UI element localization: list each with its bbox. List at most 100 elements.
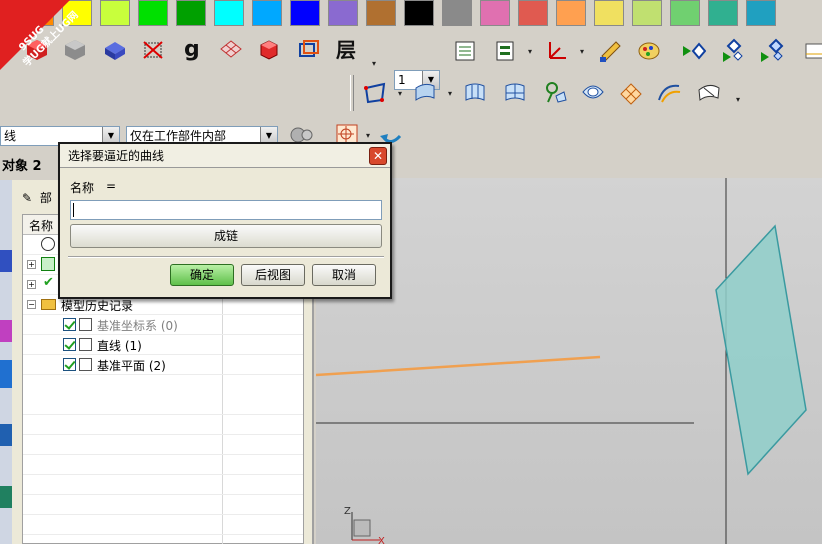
tree-row-empty	[23, 495, 303, 515]
surface-icon[interactable]	[408, 78, 442, 108]
visibility-checkbox[interactable]	[63, 318, 76, 331]
wcs-orient-icon[interactable]	[540, 36, 574, 66]
tree-row-empty	[23, 475, 303, 495]
feature-icon	[79, 358, 92, 371]
cancel-button[interactable]: 取消	[312, 264, 376, 286]
datum-plane	[715, 224, 807, 476]
tree-row-feature[interactable]: 直线 (1)	[23, 335, 303, 355]
svg-text:g: g	[184, 37, 200, 62]
approximate-curve-dialog: 选择要逼近的曲线 ✕ 名称 = 成链 确定 后视图 取消	[58, 142, 392, 299]
color-swatch[interactable]	[328, 0, 358, 26]
expand-icon[interactable]: +	[27, 260, 36, 269]
unblank-icon[interactable]	[754, 36, 788, 66]
toolbar-grip[interactable]	[350, 75, 354, 111]
studio-surface-icon[interactable]	[538, 78, 572, 108]
history-label: 模型历史记录	[61, 299, 134, 313]
red-box-icon[interactable]	[252, 34, 286, 64]
layer-category-icon[interactable]	[488, 36, 522, 66]
resource-tab-icon[interactable]	[0, 320, 12, 342]
collapse-icon[interactable]: −	[27, 300, 36, 309]
visibility-checkbox[interactable]	[63, 338, 76, 351]
type-filter-value: 线	[4, 129, 17, 143]
visibility-checkbox[interactable]	[63, 358, 76, 371]
chain-button[interactable]: 成链	[70, 224, 382, 248]
tree-row-empty	[23, 515, 303, 535]
chevron-down-icon[interactable]: ▾	[578, 36, 586, 66]
tree-row-feature[interactable]: 基准平面 (2)	[23, 355, 303, 375]
name-equals: =	[106, 179, 117, 193]
dialog-title[interactable]: 选择要逼近的曲线	[60, 144, 390, 168]
layer-box-icon[interactable]	[292, 34, 326, 64]
column-header-name[interactable]: 名称	[29, 217, 53, 234]
pin-icon[interactable]: ✎	[22, 186, 36, 210]
chevron-down-icon[interactable]: ▾	[526, 36, 534, 66]
chevron-down-icon[interactable]: ▾	[734, 84, 742, 114]
feature-label: 基准平面 (2)	[97, 359, 166, 373]
color-palette	[0, 0, 822, 27]
name-label: 名称	[70, 181, 95, 195]
sweep-surface-icon[interactable]	[576, 78, 610, 108]
color-swatch[interactable]	[556, 0, 586, 26]
color-swatch[interactable]	[290, 0, 320, 26]
color-swatch[interactable]	[176, 0, 206, 26]
color-swatch[interactable]	[480, 0, 510, 26]
color-swatch[interactable]	[404, 0, 434, 26]
navigator-subheader: ✎ 部	[22, 186, 52, 210]
tree-row-empty	[23, 395, 303, 415]
chevron-down-icon[interactable]: ▾	[446, 78, 454, 108]
layer-settings-button[interactable]: 层	[330, 34, 364, 64]
chevron-down-icon[interactable]: ▾	[370, 48, 378, 78]
resource-tab-icon[interactable]	[0, 250, 12, 272]
ruler-icon[interactable]	[798, 36, 822, 66]
show-hide-icon[interactable]	[676, 36, 710, 66]
resource-tab-icon[interactable]	[0, 424, 12, 446]
trim-sheet-icon[interactable]	[692, 78, 726, 108]
color-swatch[interactable]	[518, 0, 548, 26]
resource-bar	[0, 180, 12, 544]
triad-z-label: Z	[344, 506, 351, 517]
mesh-surface-icon[interactable]	[498, 78, 532, 108]
color-swatch[interactable]	[100, 0, 130, 26]
g-icon[interactable]: g	[176, 34, 210, 64]
resource-tab-icon[interactable]	[0, 486, 12, 508]
color-swatch[interactable]	[708, 0, 738, 26]
hidden-edge-icon[interactable]	[136, 34, 170, 64]
layer-list-icon[interactable]	[448, 36, 482, 66]
color-swatch[interactable]	[138, 0, 168, 26]
ok-button[interactable]: 确定	[170, 264, 234, 286]
color-swatch[interactable]	[594, 0, 624, 26]
color-swatch[interactable]	[252, 0, 282, 26]
offset-surface-icon[interactable]	[614, 78, 648, 108]
shaded-solid-icon[interactable]	[98, 34, 132, 64]
close-icon[interactable]: ✕	[369, 147, 387, 165]
back-button[interactable]: 后视图	[241, 264, 305, 286]
color-swatch[interactable]	[670, 0, 700, 26]
navigator-subheader-label: 部	[39, 191, 52, 205]
color-swatch[interactable]	[746, 0, 776, 26]
rectangle-curve-icon[interactable]	[358, 78, 392, 108]
color-swatch[interactable]	[632, 0, 662, 26]
tree-row-empty	[23, 435, 303, 455]
line-curve	[316, 355, 601, 377]
through-curves-icon[interactable]	[458, 78, 492, 108]
name-input[interactable]	[70, 200, 382, 220]
feature-icon	[79, 338, 92, 351]
tree-row-empty	[23, 455, 303, 475]
tree-row-feature[interactable]: 基准坐标系 (0)	[23, 315, 303, 335]
feature-label: 直线 (1)	[97, 339, 142, 353]
wcs-icon[interactable]	[214, 34, 248, 64]
blank-icon[interactable]	[716, 36, 750, 66]
bridge-surface-icon[interactable]	[652, 78, 686, 108]
edit-object-icon[interactable]	[594, 36, 628, 66]
color-swatch[interactable]	[442, 0, 472, 26]
svg-text:层: 层	[336, 38, 356, 62]
resource-tab-icon[interactable]	[0, 360, 12, 388]
tree-row-empty	[23, 415, 303, 435]
views-icon	[41, 257, 55, 271]
color-swatch[interactable]	[366, 0, 396, 26]
triad-x-label: X	[378, 536, 385, 544]
object-display-icon[interactable]	[632, 36, 666, 66]
color-swatch[interactable]	[214, 0, 244, 26]
expand-icon[interactable]: +	[27, 280, 36, 289]
chevron-down-icon[interactable]: ▾	[396, 78, 404, 108]
